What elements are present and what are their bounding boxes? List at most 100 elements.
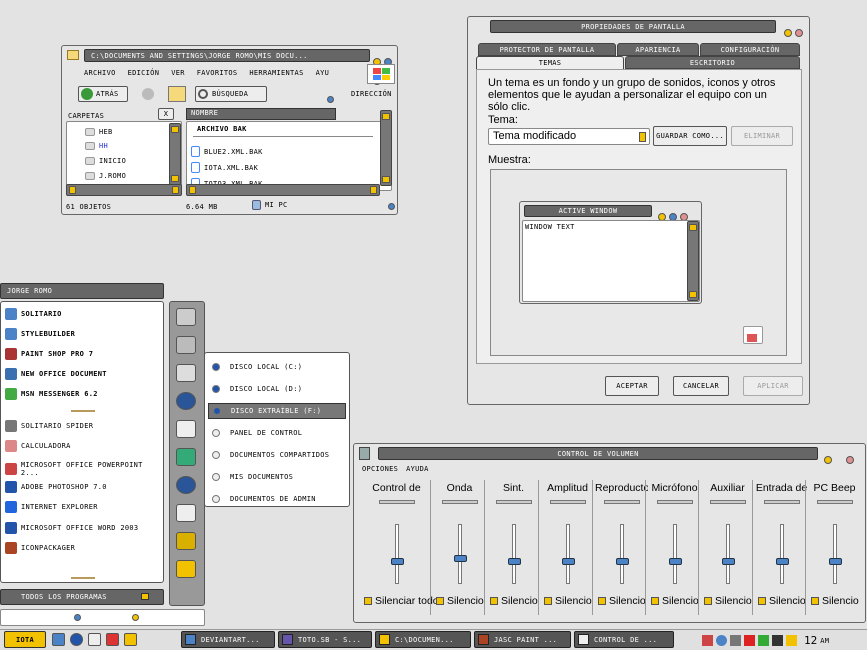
search-icon[interactable] xyxy=(176,504,196,522)
tree-scrollbar[interactable] xyxy=(169,123,181,185)
mute-checkbox[interactable]: Silencio xyxy=(598,595,646,607)
props-title[interactable]: Propiedades de pantalla xyxy=(490,20,776,33)
clock[interactable]: 12 xyxy=(804,634,817,647)
control-panel-icon[interactable] xyxy=(176,420,196,438)
theme-select[interactable]: Tema modificado xyxy=(488,128,650,145)
volume-icon[interactable] xyxy=(730,635,741,646)
balance-slider[interactable] xyxy=(763,500,800,504)
volume-slider[interactable] xyxy=(721,524,735,584)
back-button[interactable]: Atrás xyxy=(78,86,128,102)
close-button[interactable] xyxy=(795,29,803,37)
volume-thumb[interactable] xyxy=(775,558,789,565)
help-button[interactable] xyxy=(784,29,792,37)
media-icon[interactable] xyxy=(124,633,137,646)
start-recent-item[interactable]: Solitario Spider xyxy=(5,420,93,432)
menu-edicion[interactable]: Edición xyxy=(128,69,160,77)
submenu-item[interactable]: Disco local (C:) xyxy=(208,359,346,375)
menu-opciones[interactable]: Opciones xyxy=(362,465,398,473)
volume-thumb[interactable] xyxy=(828,558,842,565)
start-recent-item[interactable]: Adobe Photoshop 7.0 xyxy=(5,480,107,493)
mute-checkbox[interactable]: Silencio xyxy=(436,595,484,607)
search-button[interactable]: Búsqueda xyxy=(195,86,267,102)
desktop-icon[interactable] xyxy=(70,633,83,646)
taskbar-button[interactable]: toto.sb - S... xyxy=(278,631,372,648)
tab-appearance[interactable]: Apariencia xyxy=(617,43,699,56)
submenu-item[interactable]: Disco extraíble (F:) xyxy=(208,403,346,419)
delete-button[interactable]: Eliminar xyxy=(731,126,793,146)
submenu-item[interactable]: Panel de control xyxy=(208,425,346,441)
files-scrollbar[interactable] xyxy=(380,110,392,186)
menu-archivo[interactable]: Archivo xyxy=(84,69,116,77)
tab-desktop[interactable]: Escritorio xyxy=(625,56,800,69)
volume-slider[interactable] xyxy=(668,524,682,584)
tab-themes[interactable]: Temas xyxy=(476,56,624,70)
drive-icon[interactable] xyxy=(176,560,196,578)
tab-screensaver[interactable]: Protector de pantalla xyxy=(478,43,616,56)
close-button[interactable] xyxy=(846,456,854,464)
mute-checkbox[interactable]: Silencio xyxy=(811,595,859,607)
volume-slider[interactable] xyxy=(453,524,467,584)
close-folders-button[interactable]: X xyxy=(158,108,174,120)
taskbar-button[interactable]: deviantART... xyxy=(181,631,275,648)
update-icon[interactable] xyxy=(758,635,769,646)
security-icon[interactable] xyxy=(772,635,783,646)
tree-hscrollbar[interactable] xyxy=(66,184,182,196)
volume-slider[interactable] xyxy=(507,524,521,584)
taskbar-button[interactable]: Jasc Paint ... xyxy=(474,631,571,648)
file-item[interactable]: iota.xml.bak xyxy=(191,162,258,173)
toolbar-toggle[interactable] xyxy=(327,96,334,103)
minimize-button[interactable] xyxy=(824,456,832,464)
tab-settings[interactable]: Configuración xyxy=(700,43,800,56)
mute-checkbox[interactable]: Silencio xyxy=(704,595,752,607)
apply-button[interactable]: Aplicar xyxy=(743,376,803,396)
balance-slider[interactable] xyxy=(709,500,746,504)
all-programs-button[interactable]: Todos los programas xyxy=(0,589,164,605)
taskbar-button[interactable]: C:\Documen... xyxy=(375,631,471,648)
antivirus-icon[interactable] xyxy=(744,635,755,646)
submenu-item[interactable]: Documentos de Admin xyxy=(208,491,346,507)
start-pinned-item[interactable]: MSN Messenger 6.2 xyxy=(5,388,98,400)
mute-checkbox[interactable]: Silenciar todo xyxy=(364,595,439,607)
mute-checkbox[interactable]: Silencio xyxy=(544,595,592,607)
resize-grip[interactable] xyxy=(388,203,395,210)
files-hscrollbar[interactable] xyxy=(186,184,380,196)
mail-icon[interactable] xyxy=(88,633,101,646)
ok-button[interactable]: Aceptar xyxy=(605,376,659,396)
messenger-icon[interactable] xyxy=(716,635,727,646)
submenu-item[interactable]: Documentos compartidos xyxy=(208,447,346,463)
volume-thumb[interactable] xyxy=(390,558,404,565)
tree-item[interactable]: HEB xyxy=(85,128,113,136)
start-pinned-item[interactable]: StyleBuilder xyxy=(5,328,75,340)
taskbar-button[interactable]: Control de ... xyxy=(574,631,674,648)
menu-herramientas[interactable]: Herramientas xyxy=(249,69,303,77)
balance-slider[interactable] xyxy=(549,500,586,504)
help-icon[interactable] xyxy=(176,476,196,494)
file-item[interactable]: blue2.xml.bak xyxy=(191,146,263,157)
start-recent-item[interactable]: Internet Explorer xyxy=(5,501,98,514)
computer-icon[interactable] xyxy=(176,364,196,382)
balance-slider[interactable] xyxy=(441,500,478,504)
menu-ayuda[interactable]: Ayuda xyxy=(406,465,429,473)
balance-slider[interactable] xyxy=(495,500,532,504)
volume-slider[interactable] xyxy=(775,524,789,584)
volume-thumb[interactable] xyxy=(561,558,575,565)
balance-slider[interactable] xyxy=(378,500,415,504)
shutdown-button[interactable] xyxy=(132,614,139,621)
volume-slider[interactable] xyxy=(615,524,629,584)
menu-ayuda[interactable]: Ayu xyxy=(316,69,330,77)
start-pinned-item[interactable]: Solitario xyxy=(5,308,62,320)
tree-item[interactable]: inicio xyxy=(85,157,126,165)
tree-item[interactable]: HH xyxy=(85,142,108,150)
start-pinned-item[interactable]: Paint Shop Pro 7 xyxy=(5,348,93,360)
volume-slider[interactable] xyxy=(390,524,404,584)
mute-checkbox[interactable]: Silencio xyxy=(651,595,699,607)
save-as-button[interactable]: Guardar como... xyxy=(653,126,727,146)
ie-icon[interactable] xyxy=(52,633,65,646)
menu-ver[interactable]: Ver xyxy=(171,69,185,77)
documents-icon[interactable] xyxy=(176,308,196,326)
network-icon[interactable] xyxy=(176,392,196,410)
network-icon[interactable] xyxy=(702,635,713,646)
messenger-icon[interactable] xyxy=(106,633,119,646)
volume-thumb[interactable] xyxy=(615,558,629,565)
tree-item[interactable]: J.Romo xyxy=(85,172,126,180)
